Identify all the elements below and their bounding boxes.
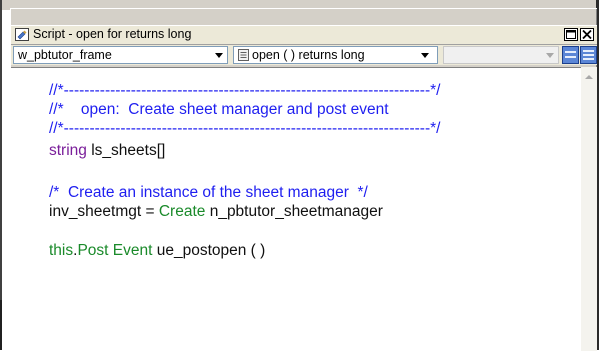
keyword-this: this xyxy=(49,242,74,259)
code-line-4: string ls_sheets[] xyxy=(49,141,165,160)
code-line-1: //*-------------------------------------… xyxy=(49,82,441,99)
code-text: inv_sheetmgt = xyxy=(49,203,159,220)
object-select[interactable]: w_pbtutor_frame xyxy=(13,46,228,64)
restore-icon xyxy=(566,30,576,39)
code-line-7: inv_sheetmgt = Create n_pbtutor_sheetman… xyxy=(49,202,383,221)
code-text: n_pbtutor_sheetmanager xyxy=(205,203,383,220)
object-select-value: w_pbtutor_frame xyxy=(18,48,112,62)
code-editor[interactable]: //*-------------------------------------… xyxy=(11,67,581,352)
ancestor-select[interactable] xyxy=(443,46,559,64)
split-view-vertical-button[interactable] xyxy=(580,46,597,64)
close-button[interactable] xyxy=(580,28,594,41)
code-line-9: this.Post Event ue_postopen ( ) xyxy=(49,241,265,260)
window-title: Script - open for returns long xyxy=(33,27,192,41)
script-window: Script - open for returns long w_pbtutor… xyxy=(10,8,597,352)
keyword-post-event: Post Event xyxy=(77,242,153,259)
event-select[interactable]: open ( ) returns long xyxy=(233,46,438,64)
keyword-create: Create xyxy=(158,203,206,220)
code-line-2: //* open: Create sheet manager and post … xyxy=(49,101,389,118)
event-icon xyxy=(238,49,249,61)
code-line-6: /* Create an instance of the sheet manag… xyxy=(49,184,368,201)
keyword-string: string xyxy=(49,142,87,159)
split-view-horizontal-button[interactable] xyxy=(562,46,579,64)
code-text: ls_sheets[] xyxy=(86,142,166,159)
scroll-up-arrow-icon[interactable] xyxy=(585,75,593,79)
restore-button[interactable] xyxy=(564,28,578,41)
outer-frame-edge xyxy=(0,0,2,350)
event-select-value: open ( ) returns long xyxy=(252,48,365,62)
chevron-down-icon xyxy=(542,47,558,63)
code-line-3: //*-------------------------------------… xyxy=(49,120,441,137)
chevron-down-icon[interactable] xyxy=(211,47,227,63)
title-bar[interactable]: Script - open for returns long xyxy=(11,25,597,45)
script-icon xyxy=(15,28,29,41)
chevron-down-icon[interactable] xyxy=(417,47,433,63)
close-icon xyxy=(582,30,592,39)
outer-frame-edge-bottom xyxy=(0,300,2,350)
script-toolbar: w_pbtutor_frame open ( ) returns long xyxy=(11,45,597,65)
code-text: ue_postopen ( ) xyxy=(152,242,266,259)
vertical-scrollbar[interactable] xyxy=(581,67,597,351)
